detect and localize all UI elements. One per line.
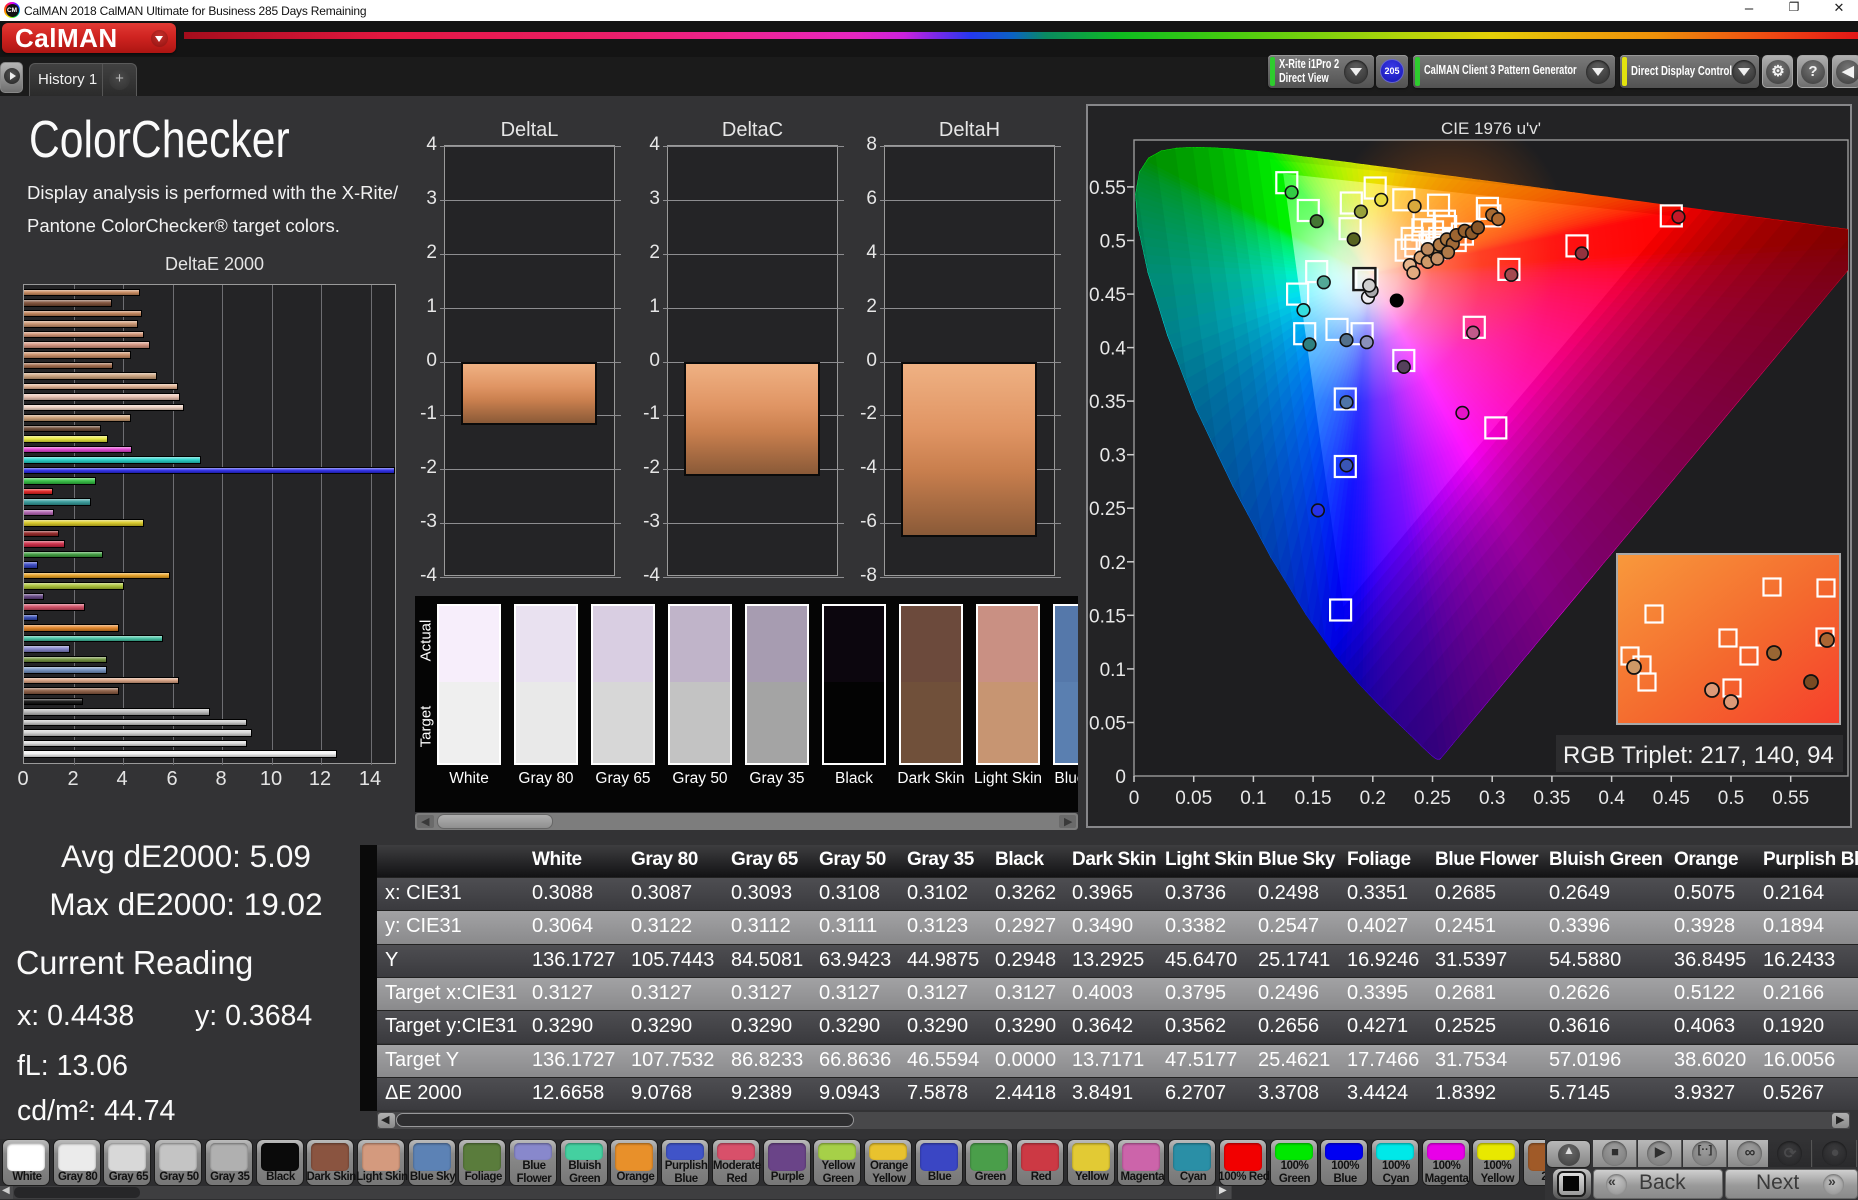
svg-text:0: 0 (1115, 767, 1126, 788)
svg-text:0.1: 0.1 (1240, 788, 1266, 809)
svg-text:0.1: 0.1 (1100, 660, 1126, 681)
svg-text:0.35: 0.35 (1533, 788, 1570, 809)
svg-text:0.4: 0.4 (1598, 788, 1625, 809)
svg-text:0.5: 0.5 (1718, 788, 1744, 809)
svg-text:0.15: 0.15 (1089, 606, 1126, 627)
svg-text:0.3: 0.3 (1100, 446, 1126, 467)
svg-text:0.45: 0.45 (1653, 788, 1690, 809)
svg-text:0.55: 0.55 (1089, 178, 1126, 199)
svg-text:0.55: 0.55 (1772, 788, 1809, 809)
svg-text:0.3: 0.3 (1479, 788, 1505, 809)
svg-text:0.5: 0.5 (1100, 232, 1126, 253)
svg-text:0.15: 0.15 (1295, 788, 1332, 809)
svg-text:0.45: 0.45 (1089, 285, 1126, 306)
svg-text:0.4: 0.4 (1100, 339, 1127, 360)
svg-text:0.2: 0.2 (1100, 553, 1126, 574)
svg-text:0.25: 0.25 (1089, 499, 1126, 520)
svg-text:0.05: 0.05 (1089, 714, 1126, 735)
svg-text:RGB Triplet: 217, 140, 94: RGB Triplet: 217, 140, 94 (1563, 742, 1834, 769)
svg-text:0.05: 0.05 (1175, 788, 1212, 809)
svg-text:CIE 1976 u'v': CIE 1976 u'v' (1441, 119, 1541, 138)
svg-text:0.2: 0.2 (1360, 788, 1386, 809)
svg-text:0.35: 0.35 (1089, 392, 1126, 413)
svg-text:0.25: 0.25 (1414, 788, 1451, 809)
svg-text:0: 0 (1129, 788, 1140, 809)
